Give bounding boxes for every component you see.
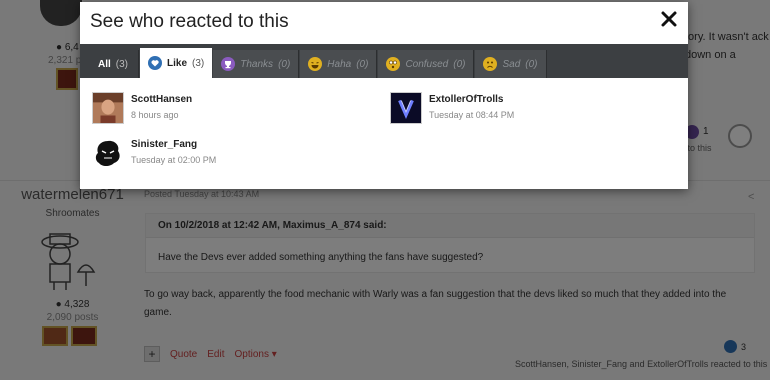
reaction-time: Tuesday at 08:44 PM: [429, 110, 515, 120]
tab-like[interactable]: Like (3): [140, 48, 213, 78]
list-item: ExtollerOfTrolls Tuesday at 08:44 PM: [390, 92, 514, 124]
list-item: Sinister_Fang Tuesday at 02:00 PM: [92, 137, 216, 169]
avatar[interactable]: [92, 92, 124, 124]
dialog-title: See who reacted to this: [90, 11, 289, 32]
dialog-header: See who reacted to this: [80, 2, 688, 44]
tab-sad[interactable]: Sad (0): [475, 50, 547, 78]
like-icon: [148, 56, 163, 70]
avatar[interactable]: [92, 137, 124, 169]
reaction-time: Tuesday at 02:00 PM: [131, 155, 217, 165]
reactor-info: Sinister_Fang Tuesday at 02:00 PM: [131, 137, 216, 165]
thanks-icon: [221, 57, 236, 71]
tab-thanks[interactable]: Thanks (0): [213, 50, 300, 78]
sad-icon: [483, 57, 498, 71]
reactor-list: ScottHansen 8 hours ago ExtollerOfTrolls…: [80, 78, 688, 189]
list-item: ScottHansen 8 hours ago: [92, 92, 192, 124]
tab-all[interactable]: All (3): [88, 50, 140, 78]
reaction-time: 8 hours ago: [131, 110, 179, 120]
tab-haha[interactable]: Haha (0): [300, 50, 378, 78]
confused-icon: [386, 57, 401, 71]
reaction-tabs: All (3) Like (3) Thanks (0) Haha (0) Con…: [80, 44, 688, 78]
reactor-info: ScottHansen 8 hours ago: [131, 92, 192, 120]
haha-icon: [308, 57, 323, 71]
reactor-name[interactable]: Sinister_Fang: [131, 139, 216, 150]
reactor-name[interactable]: ScottHansen: [131, 94, 192, 105]
avatar[interactable]: [390, 92, 422, 124]
reactions-dialog: See who reacted to this All (3) Like (3): [80, 2, 688, 189]
tab-confused[interactable]: Confused (0): [378, 50, 475, 78]
reactor-info: ExtollerOfTrolls Tuesday at 08:44 PM: [429, 92, 514, 120]
reactor-name[interactable]: ExtollerOfTrolls: [429, 94, 514, 105]
close-icon[interactable]: [660, 10, 678, 28]
